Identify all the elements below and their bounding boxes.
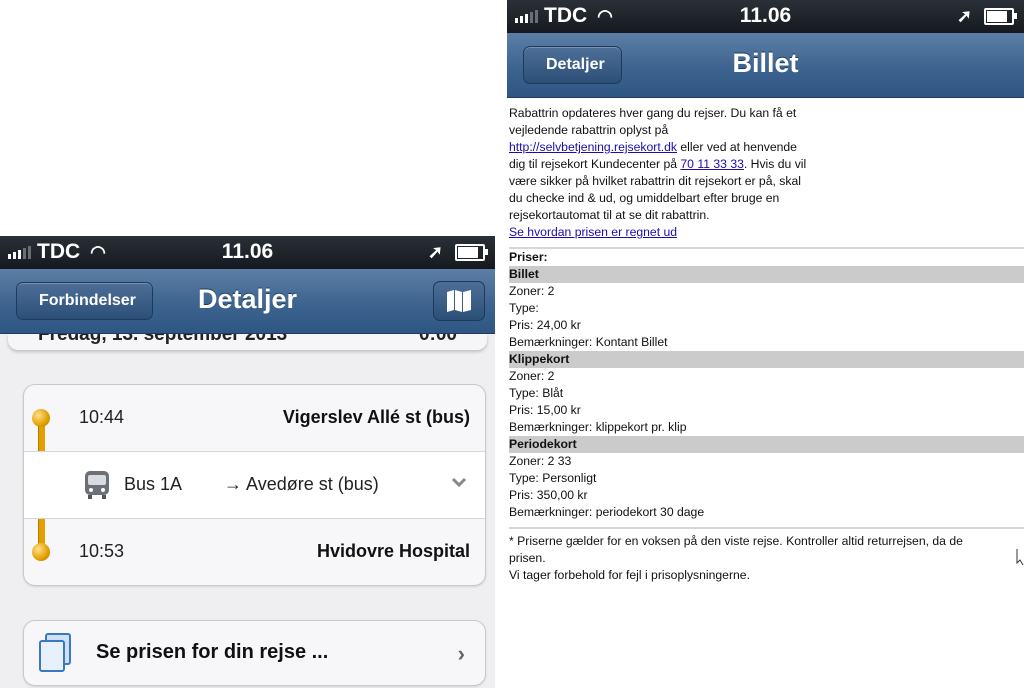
arrival-stop: Hvidovre Hospital: [316, 541, 470, 561]
status-bar: TDC ◠ 11.06 ➚: [0, 236, 495, 269]
ticket-notes: Bemærkninger: periodekort 30 dage: [509, 505, 705, 519]
trip-card: 10:44 Vigerslev Allé st (bus) Bus 1A → A…: [23, 384, 486, 586]
ticket-notes: Bemærkninger: Kontant Billet: [509, 335, 668, 349]
ticket-name: Klippekort: [509, 351, 1024, 368]
ticket-item: Billet Zoner: 2 Type: Pris: 24,00 kr Bem…: [509, 266, 1024, 351]
mouse-cursor-icon: [1016, 549, 1024, 566]
ticket-type: Type: Blåt: [509, 386, 564, 400]
bus-leg-row[interactable]: Bus 1A → Avedøre st (bus): [24, 451, 485, 519]
right-screen: TDC ◠ 11.06 ➚ Detaljer Billet Rabattrin …: [507, 0, 1024, 688]
ticket-price: Pris: 15,00 kr: [509, 403, 581, 417]
disclaimer: * Priserne gælder for en voksen på den v…: [509, 527, 1024, 584]
prices-section: Priser: Billet Zoner: 2 Type: Pris: 24,0…: [509, 247, 1024, 521]
document-icon: [39, 633, 71, 672]
rebate-info: Rabattrin opdateres hver gang du rejser.…: [509, 105, 809, 241]
left-screen: TDC ◠ 11.06 ➚ Forbindelser Detaljer Fred…: [0, 236, 495, 688]
ticket-price: Pris: 350,00 kr: [509, 488, 588, 502]
intro-text-1: Rabattrin opdateres hver gang du rejser.…: [509, 106, 797, 137]
arrival-time: 10:53: [79, 541, 125, 561]
prices-heading: Priser:: [509, 250, 548, 264]
date-header: Fredag, 13. september 2013 0:00: [8, 334, 487, 350]
status-bar: TDC ◠ 11.06 ➚: [507, 0, 1024, 33]
bus-line: Bus 1A: [124, 474, 183, 494]
departure-time: 10:44: [79, 407, 125, 427]
map-button[interactable]: [433, 281, 485, 321]
ticket-type: Type:: [509, 301, 539, 315]
arrival-row: 10:53 Hvidovre Hospital: [24, 519, 485, 585]
ticket-zones: Zoner: 2: [509, 284, 555, 298]
battery-icon: [984, 8, 1017, 25]
chevron-down-icon[interactable]: [451, 474, 467, 490]
disclaimer-line-2: prisen.: [509, 551, 546, 565]
price-cell[interactable]: Se prisen for din rejse ... ›: [23, 620, 486, 686]
price-explanation-link[interactable]: Se hvordan prisen er regnet ud: [509, 225, 677, 239]
clock: 11.06: [739, 4, 792, 27]
disclaimer-line-3: Vi tager forbehold for fejl i prisoplysn…: [509, 568, 750, 582]
nav-bar: Detaljer Billet: [507, 33, 1024, 98]
nav-bar: Forbindelser Detaljer: [0, 269, 495, 334]
price-cell-label: Se prisen for din rejse ...: [96, 641, 329, 663]
ticket-item: Klippekort Zoner: 2 Type: Blåt Pris: 15,…: [509, 351, 1024, 436]
ticket-price: Pris: 24,00 kr: [509, 318, 581, 332]
ticket-item: Periodekort Zoner: 2 33 Type: Personligt…: [509, 436, 1024, 521]
duration-label: 0:00: [418, 334, 457, 345]
ticket-name: Billet: [509, 266, 1024, 283]
battery-icon: [455, 244, 488, 261]
ticket-zones: Zoner: 2 33: [509, 454, 572, 468]
chevron-right-icon: ›: [457, 641, 465, 666]
ticket-name: Periodekort: [509, 436, 1024, 453]
disclaimer-line-1: * Priserne gælder for en voksen på den v…: [509, 534, 963, 548]
page-title: Detaljer: [197, 284, 298, 314]
ticket-zones: Zoner: 2: [509, 369, 555, 383]
date-label: Fredag, 13. september 2013: [38, 334, 288, 345]
phone-link[interactable]: 70 11 33 33: [680, 157, 743, 171]
bus-direction: → Avedøre st (bus): [224, 474, 379, 494]
ticket-type: Type: Personligt: [509, 471, 597, 485]
selfservice-link[interactable]: http://selvbetjening.rejsekort.dk: [509, 140, 677, 154]
departure-stop: Vigerslev Allé st (bus): [282, 407, 470, 427]
location-arrow-icon: ➚: [956, 6, 972, 26]
ticket-content: Rabattrin opdateres hver gang du rejser.…: [507, 98, 1024, 584]
map-icon: [447, 290, 471, 312]
bus-icon: [85, 471, 109, 499]
ticket-list: Billet Zoner: 2 Type: Pris: 24,00 kr Bem…: [509, 266, 1024, 521]
page-title: Billet: [732, 48, 799, 78]
clock: 11.06: [221, 240, 274, 263]
departure-row: 10:44 Vigerslev Allé st (bus): [24, 385, 485, 451]
ticket-notes: Bemærkninger: klippekort pr. klip: [509, 420, 687, 434]
location-arrow-icon: ➚: [427, 242, 443, 262]
